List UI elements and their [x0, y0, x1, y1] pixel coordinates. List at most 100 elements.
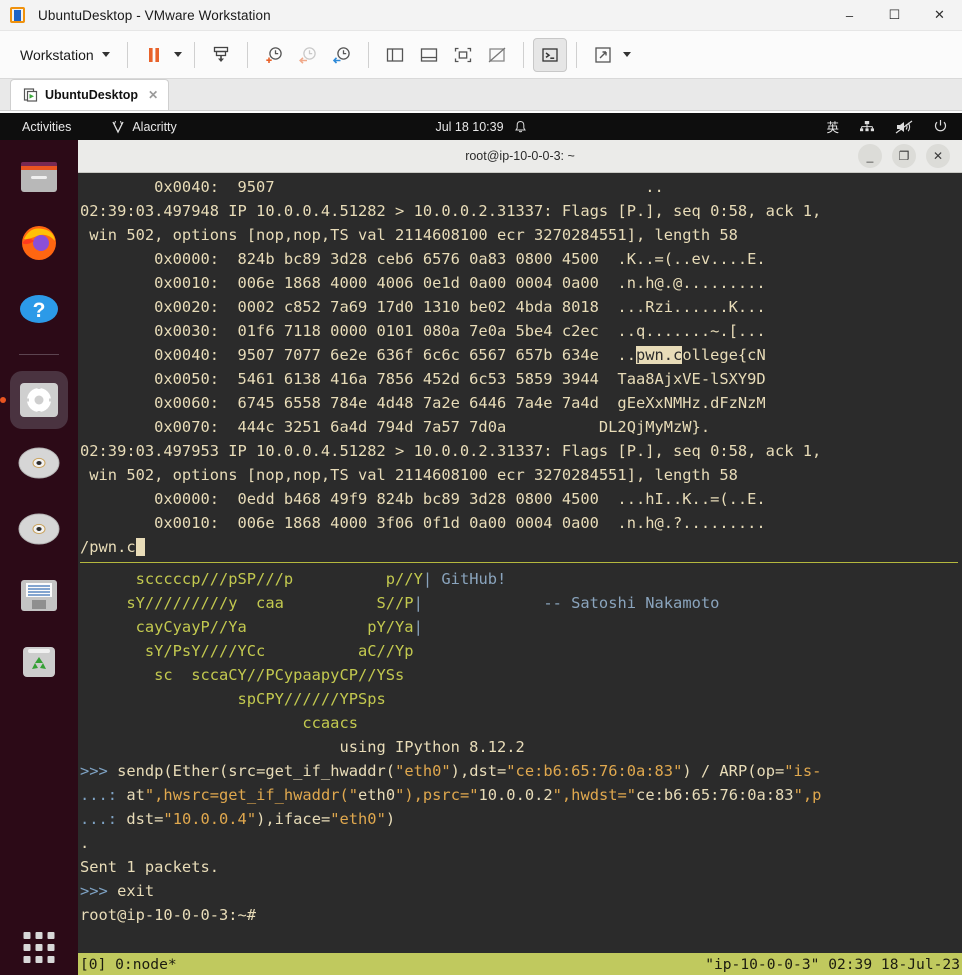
terminal-maximize-button[interactable]: ❐ [892, 144, 916, 168]
terminal-line: win 502, options [nop,nop,TS val 2114608… [78, 223, 962, 247]
terminal-text: 02:39:03.497948 IP 10.0.0.4.51282 > 10.0… [80, 202, 822, 220]
terminal-text: 0x0010: 006e 1868 4000 4006 0e1d 0a00 00… [80, 274, 766, 292]
terminal-text: 0x0030: 01f6 7118 0000 0101 080a 7e0a 5b… [80, 322, 766, 340]
banner-art-line: scccccp///pSP///p p//Y| GitHub! [78, 567, 962, 591]
dock-item-firefox[interactable] [16, 220, 62, 266]
ipython-prompt: >>> [80, 762, 118, 780]
terminal-line: 0x0030: 01f6 7118 0000 0101 080a 7e0a 5b… [78, 319, 962, 343]
terminal-line: 0x0040: 9507 7077 6e2e 636f 6c6c 6567 65… [78, 343, 962, 367]
power-icon[interactable] [933, 119, 948, 134]
code-text: 10.0.0.2 [478, 786, 553, 804]
dock-item-disc2[interactable] [16, 509, 62, 555]
unity-mode-button[interactable] [480, 38, 514, 72]
maximize-button[interactable]: ☐ [872, 0, 917, 31]
code-text: at [126, 786, 145, 804]
terminal-close-button[interactable]: ✕ [926, 144, 950, 168]
code-text: exit [117, 882, 155, 900]
window-title: UbuntuDesktop - VMware Workstation [38, 7, 271, 23]
clock-label[interactable]: Jul 18 10:39 [435, 120, 503, 134]
suspend-dropdown[interactable] [171, 38, 185, 72]
ubuntu-dock: ? [0, 140, 78, 975]
snapshot-take-button[interactable] [257, 38, 291, 72]
snapshot-manager-button[interactable] [325, 38, 359, 72]
stretch-guest-button[interactable] [586, 38, 620, 72]
workstation-menu-button[interactable]: Workstation [12, 43, 118, 67]
terminal-title-bar: root@ip-10-0-0-3: ~ _ ❐ ✕ [78, 140, 962, 173]
svg-text:?: ? [33, 299, 46, 322]
system-indicators: 英 [826, 117, 962, 136]
fullscreen-button[interactable] [446, 38, 480, 72]
tab-label: UbuntuDesktop [45, 88, 139, 102]
terminal-line: 0x0070: 444c 3251 6a4d 794d 7a57 7d0a DL… [78, 415, 962, 439]
show-applications-icon[interactable] [23, 932, 55, 963]
ascii-art-text: spCPY//////YPSps [80, 690, 386, 708]
trash-recycle-icon [23, 647, 55, 677]
console-view-button[interactable] [532, 37, 567, 72]
banner-pipe: | [422, 570, 433, 588]
terminal-minimize-button[interactable]: _ [858, 144, 882, 168]
terminal-line: ...: dst="10.0.0.4"),iface="eth0") [78, 807, 962, 831]
code-string: "eth0" [330, 810, 386, 828]
terminal-text: 0x0020: 0002 c852 7a69 17d0 1310 be02 4b… [80, 298, 766, 316]
terminal-line: 0x0000: 824b bc89 3d28 ceb6 6576 0a83 08… [78, 247, 962, 271]
suspend-button[interactable] [137, 38, 171, 72]
highlighted-text: pwn.c [635, 346, 683, 364]
banner-art-line: spCPY//////YPSps [78, 687, 962, 711]
clock-wrench-icon [332, 46, 350, 64]
window-controls: – ☐ ✕ [827, 0, 962, 31]
firefox-icon [22, 226, 56, 260]
terminal-window-controls: _ ❐ ✕ [858, 144, 962, 168]
toolbar-divider [126, 41, 128, 68]
code-string: ",hwdst=" [552, 786, 637, 804]
stretch-dropdown[interactable] [620, 38, 634, 72]
clock-plus-icon [265, 46, 282, 63]
ipython-prompt: ...: [80, 786, 127, 804]
toolbar-divider [367, 41, 369, 68]
focused-app-indicator[interactable]: Alacritty [111, 120, 177, 134]
terminal-body[interactable]: 0x0040: 9507 .. 02:39:03.497948 IP 10.0.0… [78, 173, 962, 953]
tab-close-icon[interactable]: ✕ [148, 88, 158, 102]
dock-item-settings[interactable] [0, 371, 68, 429]
code-string: "eth0" [395, 762, 451, 780]
terminal-text: ollege{cN [682, 346, 766, 364]
workstation-menu-label: Workstation [20, 46, 94, 63]
tab-ubuntudesktop[interactable]: UbuntuDesktop ✕ [10, 79, 170, 110]
dock-item-trash[interactable] [16, 641, 62, 687]
vmware-tab-bar: UbuntuDesktop ✕ [0, 79, 962, 111]
show-sidebar-button[interactable] [378, 38, 412, 72]
network-icon[interactable] [859, 120, 875, 134]
dock-item-help[interactable]: ? [16, 286, 62, 332]
panel-left-icon [386, 47, 403, 62]
terminal-line: 0x0020: 0002 c852 7a69 17d0 1310 be02 4b… [78, 295, 962, 319]
dock-item-files[interactable] [16, 154, 62, 200]
tmux-status-bar: [0] 0:node* "ip-10-0-0-3" 02:39 18-Jul-2… [78, 953, 962, 975]
dock-item-disc1[interactable] [16, 443, 62, 489]
terminal-output-line: Sent 1 packets. [80, 858, 219, 876]
activities-button[interactable]: Activities [0, 120, 71, 134]
minimize-button[interactable]: – [827, 0, 872, 31]
snapshot-revert-button[interactable] [291, 38, 325, 72]
show-thumbnail-bar-button[interactable] [412, 38, 446, 72]
ubuntu-top-bar: Activities Alacritty Jul 18 10:39 英 [0, 113, 962, 140]
input-method-indicator[interactable]: 英 [826, 117, 839, 136]
terminal-text: 0x0050: 5461 6138 416a 7856 452d 6c53 58… [80, 370, 766, 388]
dock-item-floppy[interactable] [16, 575, 62, 621]
ascii-art-text: scccccp///pSP///p p//Y [80, 570, 423, 588]
ipython-prompt: >>> [80, 882, 118, 900]
banner-art-line: ccaacs [78, 711, 962, 735]
terminal-line: >>> exit [78, 879, 962, 903]
code-string: "is- [784, 762, 822, 780]
close-button[interactable]: ✕ [917, 0, 962, 31]
power-button[interactable] [204, 38, 238, 72]
vm-play-icon [23, 88, 38, 102]
running-indicator-dot [0, 397, 6, 403]
gear-icon [20, 383, 58, 417]
code-text: ) [385, 810, 396, 828]
terminal-text: /pwn.c [80, 538, 136, 556]
terminal-text: 0x0040: 9507 .. [80, 178, 664, 196]
volume-muted-icon[interactable] [895, 120, 913, 134]
ipython-prompt: ...: [80, 810, 127, 828]
ascii-art-text: sY/PsY////YCc aC//Yp [80, 642, 414, 660]
